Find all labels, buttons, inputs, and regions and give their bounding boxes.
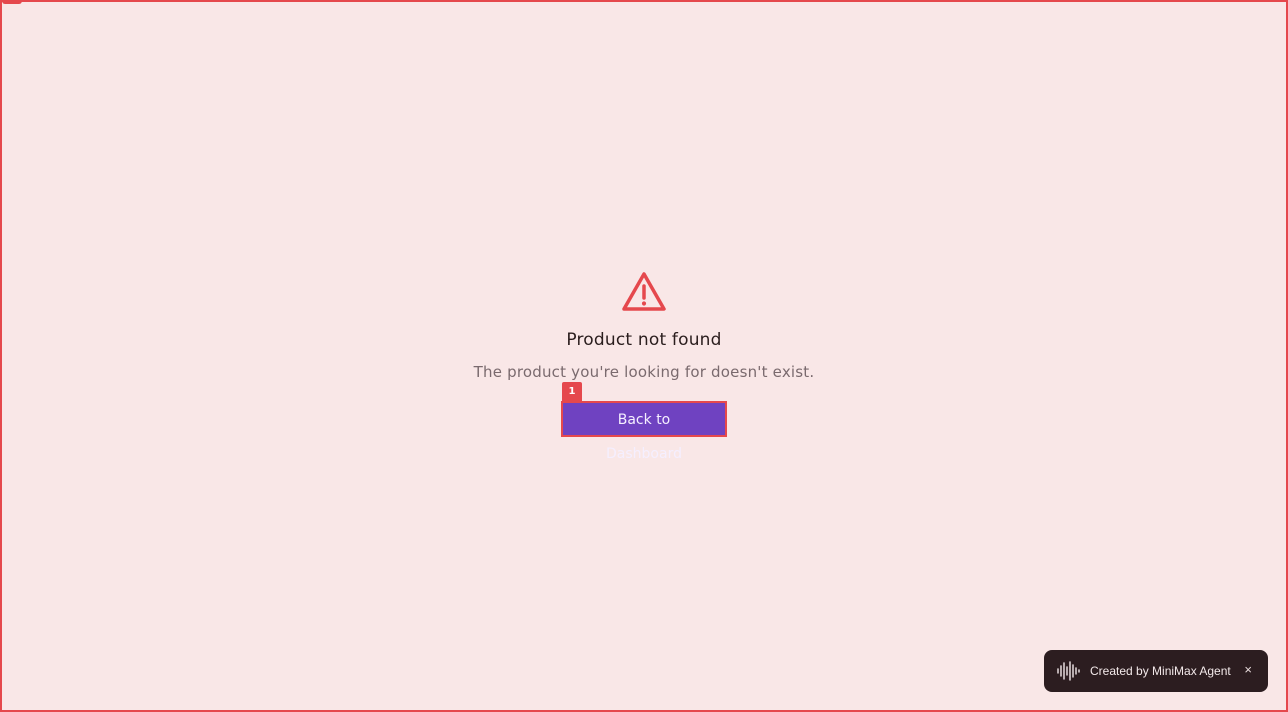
element-index-badge: 1 — [562, 382, 582, 402]
corner-tag — [2, 0, 22, 4]
created-by-toast: Created by MiniMax Agent × — [1044, 650, 1268, 692]
sound-wave-icon — [1057, 661, 1080, 681]
close-icon[interactable]: × — [1244, 662, 1252, 678]
back-to-dashboard-button[interactable]: Back to Dashboard — [561, 401, 727, 462]
error-title: Product not found — [566, 330, 722, 350]
toast-text: Created by MiniMax Agent — [1090, 664, 1231, 678]
warning-triangle-icon — [622, 272, 666, 311]
not-found-panel: Product not found The product you're loo… — [0, 268, 1288, 462]
back-button-wrapper: 1 Back to Dashboard — [561, 382, 727, 462]
error-message: The product you're looking for doesn't e… — [473, 363, 815, 381]
